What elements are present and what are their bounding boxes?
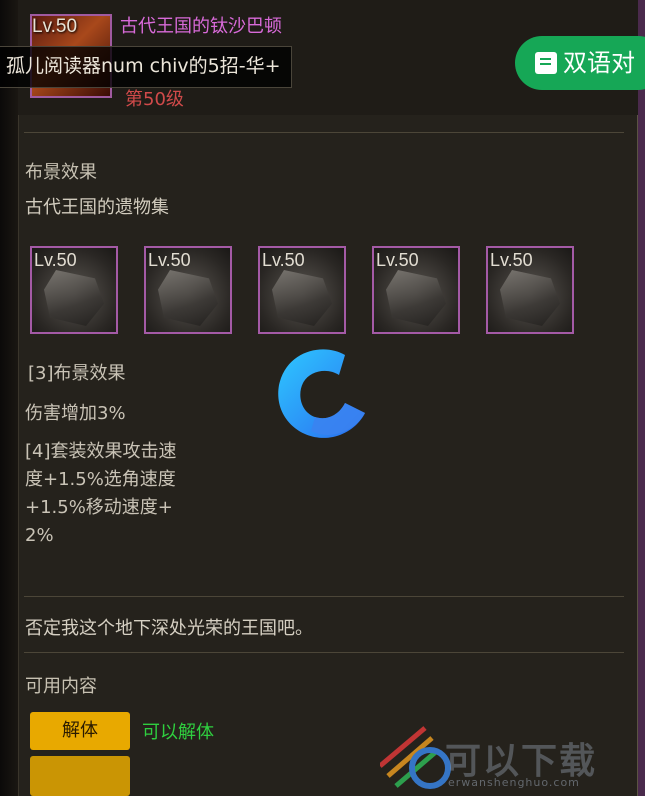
armor-piece-icon <box>158 270 218 326</box>
item-description: 否定我这个地下深处光荣的王国吧。 <box>25 618 313 639</box>
translate-icon <box>535 52 557 74</box>
item-name: 古代王国的钛沙巴顿 <box>120 16 282 37</box>
watermark-subtext: erwanshenghuo.com <box>448 776 580 789</box>
divider <box>24 596 624 597</box>
armor-piece-icon <box>500 270 560 326</box>
background-left <box>0 0 20 796</box>
set-name: 古代王国的遗物集 <box>25 197 169 218</box>
bonus3-text: 伤害增加3% <box>25 403 126 424</box>
armor-piece-icon <box>44 270 104 326</box>
slot-level: Lv.50 <box>148 250 191 270</box>
bonus4-line3: +1.5%移动速度+ <box>25 497 173 518</box>
app-logo-icon <box>278 349 365 438</box>
set-item-slot[interactable]: Lv.50 <box>372 246 460 334</box>
bonus3-header: [3]布景效果 <box>28 363 126 384</box>
set-item-slot[interactable]: Lv.50 <box>144 246 232 334</box>
divider <box>24 132 624 133</box>
next-action-button[interactable] <box>30 756 130 796</box>
set-item-slot[interactable]: Lv.50 <box>258 246 346 334</box>
divider <box>24 652 624 653</box>
slot-level: Lv.50 <box>262 250 305 270</box>
set-item-slot[interactable]: Lv.50 <box>486 246 574 334</box>
disassemble-button[interactable]: 解体 <box>30 712 130 750</box>
available-title: 可用内容 <box>25 676 97 697</box>
item-level-badge: Lv.50 <box>32 16 78 37</box>
bonus4-line1: [4]套装效果攻击速 <box>25 441 177 462</box>
set-effect-title: 布景效果 <box>25 162 97 183</box>
slot-level: Lv.50 <box>34 250 77 270</box>
bonus4-line4: 2% <box>25 525 54 546</box>
slot-level: Lv.50 <box>490 250 533 270</box>
dual-language-label: 双语对 <box>563 49 635 77</box>
slot-level: Lv.50 <box>376 250 419 270</box>
dual-language-button[interactable]: 双语对 <box>515 36 645 90</box>
armor-piece-icon <box>386 270 446 326</box>
disassemble-status: 可以解体 <box>142 722 214 743</box>
armor-piece-icon <box>272 270 332 326</box>
background-right <box>637 0 645 796</box>
set-item-slot[interactable]: Lv.50 <box>30 246 118 334</box>
bonus4-line2: 度+1.5%选角速度 <box>25 469 176 490</box>
item-required-level: 第50级 <box>125 89 184 110</box>
reader-overlay-title[interactable]: 孤儿阅读器num chiv的5招-华+ <box>0 46 292 88</box>
